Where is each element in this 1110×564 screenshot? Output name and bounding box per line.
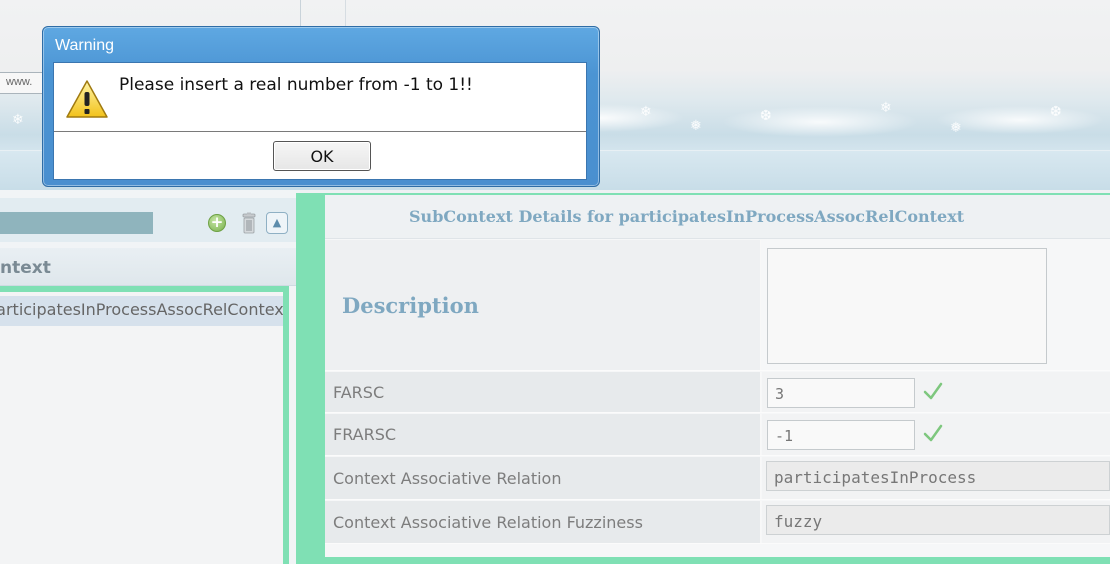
field-value-cell: -1 xyxy=(762,414,1110,455)
field-value-cell: participatesInProcess xyxy=(762,457,1110,499)
left-panel-title: ntext xyxy=(0,258,51,278)
snowflake-decoration: ❅ xyxy=(690,118,702,134)
relation-input[interactable]: participatesInProcess xyxy=(766,461,1110,491)
dialog-message: Please insert a real number from -1 to 1… xyxy=(119,75,473,95)
ok-button[interactable]: OK xyxy=(273,141,371,171)
description-label: Description xyxy=(325,240,761,370)
left-panel: + ▲ ntext participatesInProcessAssocRelC… xyxy=(0,190,300,564)
field-label: FRARSC xyxy=(325,414,761,455)
snowflake-decoration: ❄ xyxy=(640,104,652,120)
field-label: FARSC xyxy=(325,372,761,412)
field-row-relation: Context Associative Relation participate… xyxy=(325,457,1110,500)
check-icon xyxy=(923,382,943,400)
list-item[interactable]: participatesInProcessAssocRelContext xyxy=(0,296,283,326)
field-label: Context Associative Relation Fuzziness xyxy=(325,501,761,543)
field-value-cell: 3 xyxy=(762,372,1110,412)
warning-icon xyxy=(66,80,108,118)
snowflake-decoration: ❆ xyxy=(760,108,772,124)
warning-dialog: Warning Please insert a real number from… xyxy=(42,26,600,187)
snowflake-decoration: ❄ xyxy=(880,100,892,116)
dialog-separator xyxy=(54,131,586,132)
left-search-bar[interactable] xyxy=(0,212,153,234)
field-row-fuzziness: Context Associative Relation Fuzziness f… xyxy=(325,501,1110,544)
dialog-title: Warning xyxy=(55,37,114,54)
collapse-icon[interactable]: ▲ xyxy=(266,212,288,234)
field-row-frarsc: FRARSC -1 xyxy=(325,414,1110,456)
list-item-label: participatesInProcessAssocRelContext xyxy=(0,300,283,319)
details-title: SubContext Details for participatesInPro… xyxy=(325,195,1110,239)
fuzziness-input[interactable]: fuzzy xyxy=(766,505,1110,535)
snowflake-decoration: ❆ xyxy=(1050,104,1062,120)
description-textarea[interactable] xyxy=(767,248,1047,364)
check-icon xyxy=(923,424,943,442)
left-toolbar: + ▲ xyxy=(0,198,300,242)
snowflake-decoration: ❄ xyxy=(12,112,24,128)
field-value-cell: fuzzy xyxy=(762,501,1110,543)
field-label: Context Associative Relation xyxy=(325,457,761,499)
field-row-farsc: FARSC 3 xyxy=(325,372,1110,413)
snowflake-decoration: ❅ xyxy=(950,120,962,136)
frarsc-input[interactable]: -1 xyxy=(767,420,915,450)
farsc-input[interactable]: 3 xyxy=(767,378,915,408)
description-row: Description xyxy=(325,240,1110,371)
dialog-body: Please insert a real number from -1 to 1… xyxy=(53,62,587,180)
add-icon[interactable]: + xyxy=(208,214,226,232)
left-panel-header: ntext xyxy=(0,248,300,286)
details-panel: SubContext Details for participatesInPro… xyxy=(325,195,1110,557)
description-value-cell xyxy=(762,240,1110,370)
context-list: participatesInProcessAssocRelContext xyxy=(0,286,289,564)
delete-icon[interactable] xyxy=(241,212,257,234)
